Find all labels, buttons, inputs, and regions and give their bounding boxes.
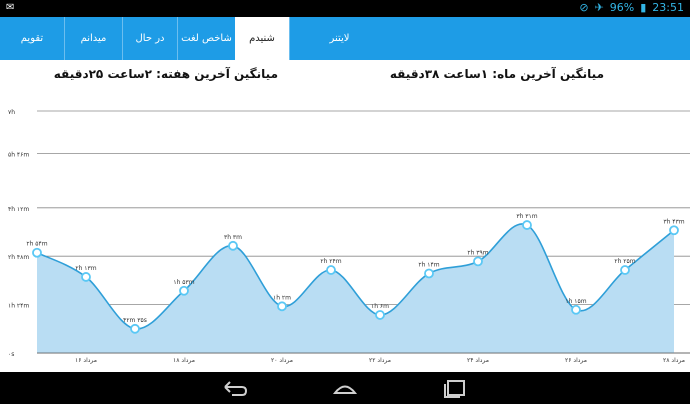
x-tick-label: ۱۸ مرداد xyxy=(173,357,195,364)
notification-icon: ✉ xyxy=(6,2,15,13)
tab-word-index[interactable]: شاخص لغت xyxy=(177,17,235,60)
tab-learning[interactable]: در حال یادگیری xyxy=(122,17,177,87)
recents-icon[interactable] xyxy=(442,378,468,398)
status-bar: ✉ ⊘ ✈ 96% ▮ 23:51 xyxy=(0,0,690,17)
data-point xyxy=(130,323,140,334)
data-point-label: ۲h ۳۹m xyxy=(467,249,488,256)
data-point xyxy=(179,285,189,296)
x-tick-label: ۲۴ مرداد xyxy=(467,357,489,364)
clock: 23:51 xyxy=(652,1,684,14)
week-average: میانگین آخرین هفته: ۲ساعت ۲۵دقیقه xyxy=(53,67,278,81)
tab-calendar[interactable]: تقویم xyxy=(0,17,64,60)
data-point-label: ۳h ۳m xyxy=(224,234,242,241)
data-point xyxy=(522,220,532,230)
y-tick-label: ۴h ۱۲m xyxy=(8,206,29,213)
data-point-label: ۴۲m ۳۵s xyxy=(123,317,147,324)
data-point-label: ۲h ۱۳m xyxy=(75,265,96,272)
data-point-label: ۲h ۲۵m xyxy=(614,258,635,265)
data-point xyxy=(228,240,238,251)
chart-svg: ۷h ۵h ۴۶m ۴h ۱۲m ۲h ۴۸m ۱h ۲۴m ۰s ۲h ۵۴m ۲h ۱۳m… xyxy=(8,109,690,364)
data-point-label: ۲h ۲۴m xyxy=(320,258,341,265)
battery-icon: ▮ xyxy=(640,1,647,14)
area-fill xyxy=(37,223,674,353)
status-icons: ⊘ ✈ 96% ▮ 23:51 xyxy=(579,1,684,14)
data-point xyxy=(669,225,679,236)
data-point xyxy=(375,310,385,320)
y-tick-label: ۱h ۲۴m xyxy=(8,303,29,310)
data-point xyxy=(620,265,630,275)
x-tick-label: ۲۰ مرداد xyxy=(271,357,293,364)
tab-bar: لایتنر شنیدم شاخص لغت در حال یادگیری مید… xyxy=(0,17,690,87)
x-tick-label: ۲۶ مرداد xyxy=(565,357,587,364)
airplane-icon: ✈ xyxy=(594,1,604,14)
y-tick-label: ۰s xyxy=(8,351,14,358)
tab-known[interactable]: میدانم xyxy=(64,17,122,60)
x-tick-label: ۲۸ مرداد xyxy=(663,357,685,364)
data-point xyxy=(326,265,336,275)
data-point-label: ۲h ۱۴m xyxy=(418,261,439,268)
data-point xyxy=(424,268,434,279)
y-tick-label: ۵h ۴۶m xyxy=(8,152,29,159)
tab-leitner[interactable]: لایتنر xyxy=(289,17,389,60)
tab-heard[interactable]: شنیدم xyxy=(235,17,289,60)
stats-row: میانگین آخرین ماه: ۱ساعت ۳۸دقیقه میانگین… xyxy=(0,67,690,85)
data-point xyxy=(81,272,91,282)
data-point xyxy=(473,256,483,267)
data-point xyxy=(277,301,287,312)
x-tick-label: ۱۶ مرداد xyxy=(75,357,97,364)
y-tick-label: ۲h ۴۸m xyxy=(8,254,29,261)
data-point-label: ۱h ۱۵m xyxy=(565,298,586,305)
back-icon[interactable] xyxy=(222,378,248,398)
data-point-label: ۱h ۲m xyxy=(273,294,291,301)
navigation-bar xyxy=(0,372,690,404)
data-point-label: ۳h ۴۳m xyxy=(663,218,684,225)
month-average: میانگین آخرین ماه: ۱ساعت ۳۸دقیقه xyxy=(389,67,604,81)
home-icon[interactable] xyxy=(332,378,358,398)
x-tick-label: ۲۲ مرداد xyxy=(369,357,391,364)
study-time-chart: ۷h ۵h ۴۶m ۴h ۱۲m ۲h ۴۸m ۱h ۲۴m ۰s ۲h ۵۴m ۲h ۱۳m… xyxy=(0,100,690,370)
battery-percent: 96% xyxy=(609,1,635,14)
no-signal-icon: ⊘ xyxy=(579,1,589,14)
data-point-label: ۲h ۵۴m xyxy=(26,241,47,248)
data-point xyxy=(571,304,581,315)
data-point-label: ۱h ۶m xyxy=(371,303,389,310)
y-tick-label: ۷h xyxy=(8,109,15,116)
data-point xyxy=(32,247,42,258)
data-point-label: ۳h ۳۱m xyxy=(516,213,537,220)
data-point-label: ۱h ۵۳m xyxy=(173,279,194,286)
